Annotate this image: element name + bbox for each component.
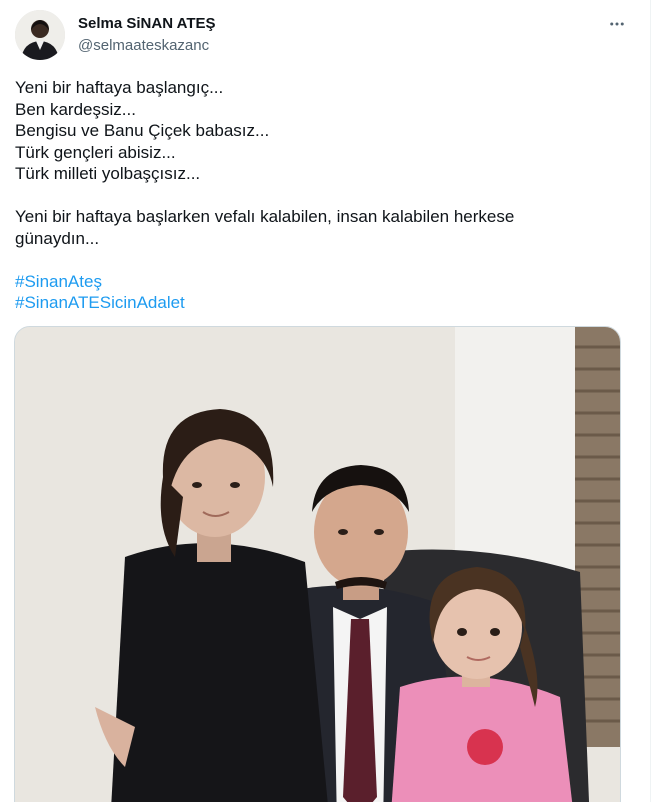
more-options-button[interactable] (605, 12, 629, 36)
tweet-line: Yeni bir haftaya başlarken vefalı kalabi… (15, 207, 515, 226)
tweet-line: günaydın... (15, 228, 100, 248)
tweet-text: Yeni bir haftaya başlangıç... Ben kardeş… (15, 77, 615, 314)
author-display-name[interactable]: Selma SiNAN ATEŞ (78, 14, 216, 34)
tweet-line: Türk gençleri abisiz... (15, 142, 176, 162)
tweet-line: Bengisu ve Banu Çiçek babasız... (15, 121, 270, 140)
tweet-card: Selma SiNAN ATEŞ @selmaateskazanc Yeni b… (0, 0, 651, 802)
avatar-image (15, 10, 65, 60)
tweet-photo[interactable] (14, 326, 621, 802)
tweet-line: Yeni bir haftaya başlangıç... (15, 78, 224, 97)
tweet-line: Ben kardeşsiz... (15, 99, 136, 119)
avatar[interactable] (15, 10, 65, 60)
author-names: Selma SiNAN ATEŞ @selmaateskazanc (78, 14, 216, 56)
hashtag-link[interactable]: #SinanAteş (15, 271, 615, 293)
hashtag-link[interactable]: #SinanATESicinAdalet (15, 292, 615, 314)
tweet-header: Selma SiNAN ATEŞ @selmaateskazanc (15, 10, 635, 62)
tweet-line: Türk milleti yolbaşçısız... (15, 164, 201, 183)
more-horizontal-icon (610, 22, 624, 26)
photo-three-people (15, 327, 620, 802)
author-handle[interactable]: @selmaateskazanc (78, 36, 216, 56)
